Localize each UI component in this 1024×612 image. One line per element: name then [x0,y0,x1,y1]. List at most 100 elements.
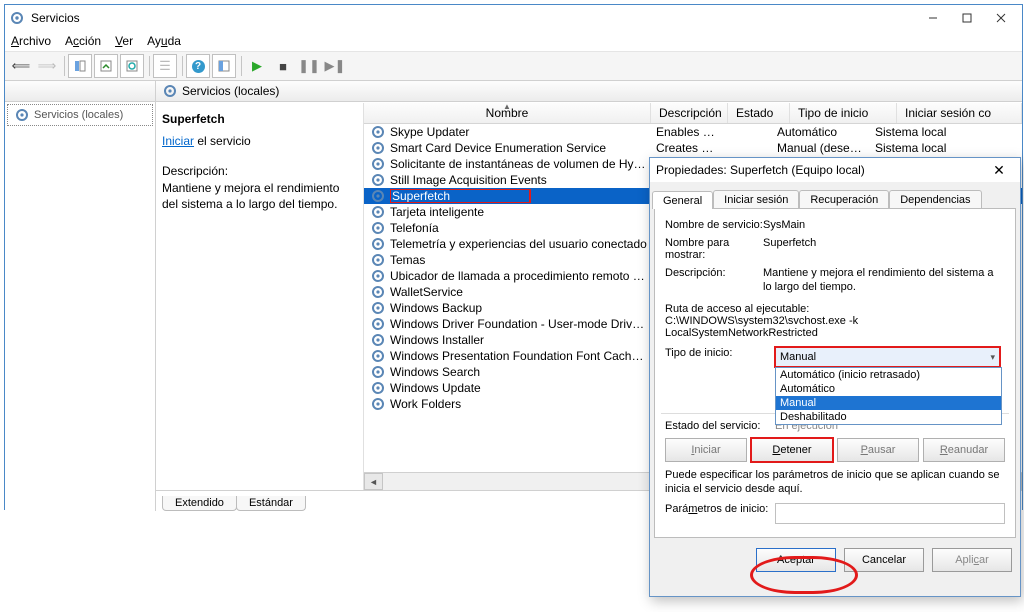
gear-icon [370,332,386,348]
dialog-tab-page: Nombre de servicio:SysMain Nombre para m… [654,208,1016,538]
detail-start-link[interactable]: Iniciar [162,134,194,148]
detail-desc-label: Descripción: [162,163,357,179]
start-type-option[interactable]: Automático (inicio retrasado) [776,368,1001,382]
col-header-descripcion[interactable]: Descripción [651,103,728,123]
show-tree-button[interactable] [68,54,92,78]
hint-text: Puede especificar los parámetros de inic… [665,468,1005,497]
gear-icon [370,348,386,364]
detail-desc-text: Mantiene y mejora el rendimiento del sis… [162,180,357,212]
dialog-title: Propiedades: Superfetch (Equipo local) [656,163,984,177]
value-path: C:\WINDOWS\system32\svchost.exe -k Local… [665,315,1005,339]
properties-dialog: Propiedades: Superfetch (Equipo local) ✕… [649,157,1021,597]
help-button[interactable]: ? [186,54,210,78]
col-header-tipo[interactable]: Tipo de inicio [790,103,897,123]
label-description: Descripción: [665,267,763,297]
value-service-name: SysMain [763,219,805,231]
col-header-nombre[interactable]: ▲Nombre [364,103,651,123]
chevron-down-icon: ▾ [990,352,995,363]
col-header-sesion[interactable]: Iniciar sesión co [897,103,1022,123]
title-bar[interactable]: Servicios [5,5,1022,31]
label-display-name: Nombre para mostrar: [665,237,763,261]
start-type-option[interactable]: Automático [776,382,1001,396]
input-start-params[interactable] [775,503,1005,524]
toolbar: ⟸ ⟹ ☰ ? ▶ ■ ❚❚ ▶❚ [5,52,1022,81]
toolbar-separator [241,56,242,76]
tab-estandar[interactable]: Estándar [236,496,306,511]
toolbar-separator [64,56,65,76]
label-start-type: Tipo de inicio: [665,347,775,367]
menu-ver[interactable]: Ver [115,34,133,48]
properties-button[interactable]: ☰ [153,54,177,78]
maximize-button[interactable] [950,7,984,29]
menu-ayuda[interactable]: Ayuda [147,34,181,48]
gear-icon [370,204,386,220]
left-tree-pane: Servicios (locales) [5,81,156,511]
column-headers: ▲Nombre Descripción Estado Tipo de inici… [364,103,1022,124]
start-type-option[interactable]: Manual [776,396,1001,410]
gear-icon [370,156,386,172]
play-button[interactable]: ▶ [245,54,269,78]
gear-icon [370,236,386,252]
toolbar-separator [149,56,150,76]
label-service-state: Estado del servicio: [665,420,775,432]
gear-icon [370,396,386,412]
close-button[interactable] [984,7,1018,29]
button-detener[interactable]: Detener [751,438,833,462]
service-row[interactable]: Smart Card Device Enumeration ServiceCre… [364,140,1022,156]
gear-icon [370,188,386,204]
col-header-estado[interactable]: Estado [728,103,790,123]
dialog-close-button[interactable]: ✕ [984,160,1014,180]
dialog-tab-iniciar-sesion[interactable]: Iniciar sesión [713,190,799,208]
menu-archivo[interactable]: Archivo [11,34,51,48]
service-row[interactable]: Skype UpdaterEnables the ...AutomáticoSi… [364,124,1022,140]
dialog-buttons: Aceptar Cancelar Aplicar [650,542,1020,578]
gear-icon [370,268,386,284]
button-iniciar: Iniciar [665,438,747,462]
scroll-left-button[interactable]: ◄ [364,473,383,490]
menu-bar: Archivo Acción Ver Ayuda [5,31,1022,52]
dialog-tab-general[interactable]: General [652,191,713,209]
button-pausar: Pausar [837,438,919,462]
minimize-button[interactable] [916,7,950,29]
button-reanudar: Reanudar [923,438,1005,462]
export-list-button[interactable] [94,54,118,78]
gear-icon [370,220,386,236]
gear-icon [370,172,386,188]
button-aplicar: Aplicar [932,548,1012,572]
button-aceptar[interactable]: Aceptar [756,548,836,572]
main-pane-header: Servicios (locales) [156,81,1022,102]
nav-forward-button[interactable]: ⟹ [35,54,59,78]
tree-item-services-local[interactable]: Servicios (locales) [7,104,153,126]
show-hide-button[interactable] [212,54,236,78]
start-type-option[interactable]: Deshabilitado [776,410,1001,424]
gear-icon [14,107,30,123]
gear-icon [370,284,386,300]
gear-icon [370,300,386,316]
main-pane-title: Servicios (locales) [182,84,279,98]
start-type-dropdown[interactable]: Manual ▾ [775,347,1000,367]
dialog-tab-dependencias[interactable]: Dependencias [889,190,981,208]
button-cancelar[interactable]: Cancelar [844,548,924,572]
pause-button[interactable]: ❚❚ [297,54,321,78]
menu-accion[interactable]: Acción [65,34,101,48]
dialog-tab-recuperacion[interactable]: Recuperación [799,190,889,208]
dialog-title-bar[interactable]: Propiedades: Superfetch (Equipo local) ✕ [650,158,1020,182]
label-service-name: Nombre de servicio: [665,219,763,231]
value-description: Mantiene y mejora el rendimiento del sis… [763,267,1005,297]
tree-item-label: Servicios (locales) [34,109,123,121]
refresh-button[interactable] [120,54,144,78]
gear-icon [162,83,178,99]
detail-start-suffix: el servicio [194,134,251,148]
label-path: Ruta de acceso al ejecutable: [665,303,1005,315]
tab-extendido[interactable]: Extendido [162,496,237,511]
restart-button[interactable]: ▶❚ [323,54,347,78]
left-pane-header [5,81,155,102]
nav-back-button[interactable]: ⟸ [9,54,33,78]
start-type-options: Automático (inicio retrasado)AutomáticoM… [775,367,1002,425]
detail-column: Superfetch Iniciar el servicio Descripci… [156,103,364,490]
gear-icon [370,252,386,268]
label-start-params: Parámetros de inicio: [665,503,775,524]
stop-button[interactable]: ■ [271,54,295,78]
detail-service-name: Superfetch [162,111,357,127]
gear-icon [370,380,386,396]
